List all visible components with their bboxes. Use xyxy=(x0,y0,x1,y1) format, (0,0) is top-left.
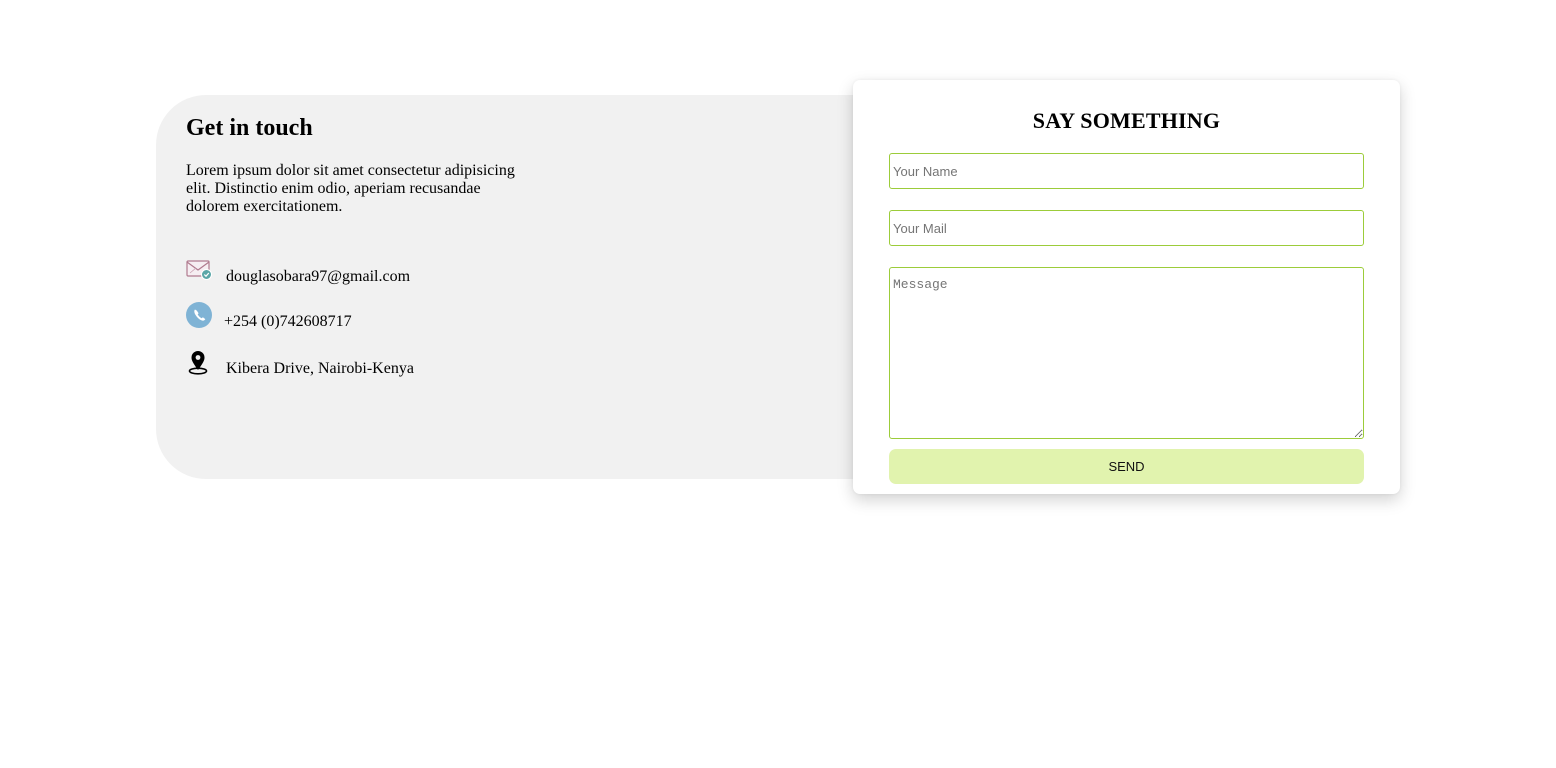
contact-description: Lorem ipsum dolor sit amet consectetur a… xyxy=(186,162,515,215)
contact-phone-row: +254 (0)742608717 xyxy=(186,301,352,330)
mail-icon xyxy=(186,259,214,287)
contact-info-panel: Get in touch Lorem ipsum dolor sit amet … xyxy=(156,95,916,479)
send-button[interactable]: SEND xyxy=(889,449,1364,484)
name-input[interactable] xyxy=(889,153,1364,189)
contact-email-row: douglasobara97@gmail.com xyxy=(186,259,410,287)
contact-address-row: Kibera Drive, Nairobi-Kenya xyxy=(186,348,414,377)
contact-phone-text: +254 (0)742608717 xyxy=(224,313,352,330)
phone-icon xyxy=(186,301,214,329)
mail-input[interactable] xyxy=(889,210,1364,246)
message-textarea[interactable] xyxy=(889,267,1364,439)
contact-address-text: Kibera Drive, Nairobi-Kenya xyxy=(226,360,414,377)
form-title: SAY SOMETHING xyxy=(1032,108,1221,133)
contact-email-text: douglasobara97@gmail.com xyxy=(226,268,411,285)
contact-title: Get in touch xyxy=(186,115,313,141)
location-pin-icon xyxy=(186,348,214,376)
contact-form: SAY SOMETHING SEND xyxy=(853,80,1400,494)
